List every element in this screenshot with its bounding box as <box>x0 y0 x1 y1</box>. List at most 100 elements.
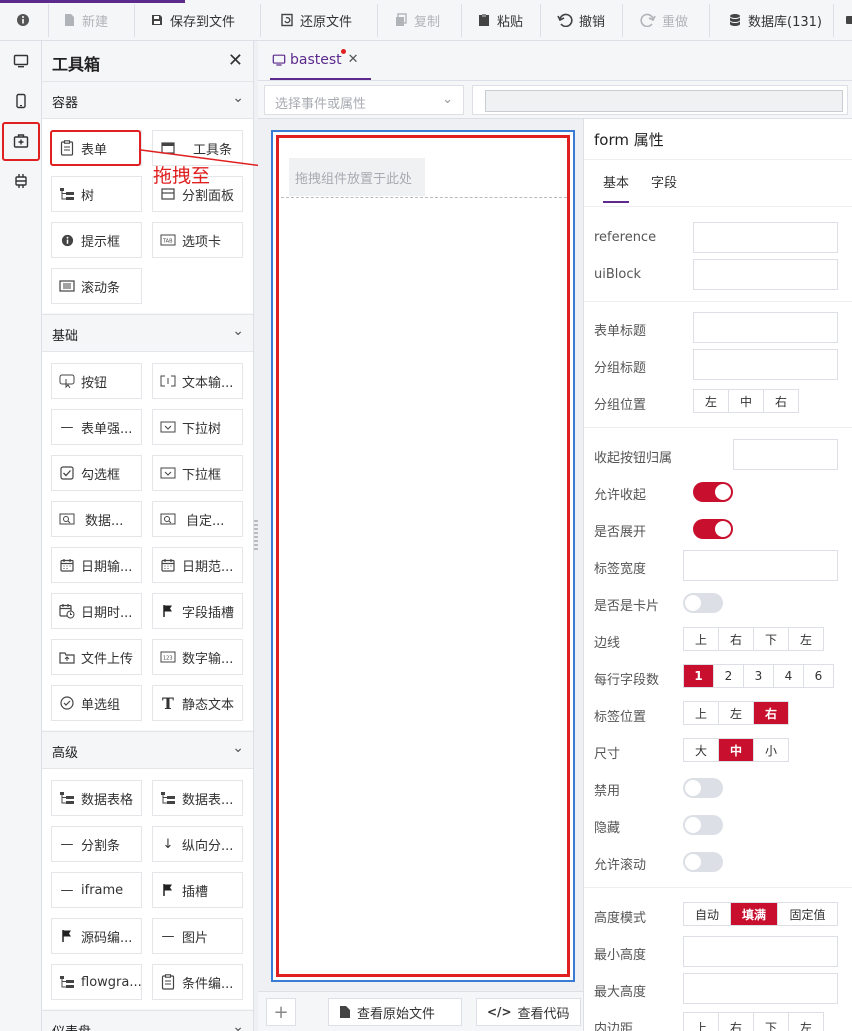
tool-iframe[interactable]: — iframe <box>51 872 142 908</box>
seg-option[interactable]: 右 <box>754 702 788 724</box>
seg-option[interactable]: 左 <box>719 702 754 724</box>
section-advanced-header[interactable]: 高级 ⌄ <box>42 731 253 769</box>
tool-data-table-2[interactable]: 数据表... <box>152 780 243 816</box>
tool-custom-search[interactable]: 自定... <box>152 501 243 537</box>
tool-tabs[interactable]: TAB 选项卡 <box>152 222 243 258</box>
copy-button[interactable]: 复制 <box>394 0 440 40</box>
seg-option[interactable]: 上 <box>684 628 719 650</box>
paste-button[interactable]: 粘贴 <box>477 0 523 40</box>
add-button[interactable]: + <box>266 998 296 1026</box>
min-height-input[interactable] <box>683 936 838 967</box>
expanded-toggle[interactable] <box>693 519 733 539</box>
uiblock-input[interactable] <box>693 259 838 290</box>
padding-segment[interactable]: 上右下左 <box>683 1012 824 1031</box>
view-source-button[interactable]: 查看原始文件 <box>328 998 462 1026</box>
seg-option[interactable]: 3 <box>744 665 774 687</box>
tool-button[interactable]: 按钮 <box>51 363 142 399</box>
group-title-input[interactable] <box>693 349 838 380</box>
seg-option[interactable]: 1 <box>684 665 714 687</box>
undo-button[interactable]: 撤销 <box>557 0 605 40</box>
new-button[interactable]: 新建 <box>62 0 108 40</box>
tool-field-slot[interactable]: 字段插槽 <box>152 593 243 629</box>
seg-option[interactable]: 中 <box>729 390 764 412</box>
height-mode-segment[interactable]: 自动 填满 固定值 <box>683 902 838 926</box>
seg-option[interactable]: 左 <box>789 628 823 650</box>
group-position-segment[interactable]: 左中右 <box>693 389 799 413</box>
tool-data-search[interactable]: 数据... <box>51 501 142 537</box>
seg-option[interactable]: 4 <box>774 665 804 687</box>
event-select[interactable]: 选择事件或属性 ⌄ <box>264 85 464 115</box>
reference-input[interactable] <box>693 222 838 253</box>
tool-data-table[interactable]: 数据表格 <box>51 780 142 816</box>
seg-option[interactable]: 上 <box>684 702 719 724</box>
seg-option[interactable]: 6 <box>804 665 833 687</box>
seg-option[interactable]: 小 <box>754 739 788 761</box>
tool-scrollbar[interactable]: 滚动条 <box>51 268 142 304</box>
tool-number-input[interactable]: 123 数字输... <box>152 639 243 675</box>
seg-option[interactable]: 固定值 <box>778 903 837 925</box>
label-position-segment[interactable]: 上左右 <box>683 701 789 725</box>
section-dashboard-header[interactable]: 仪表盘 ⌄ <box>42 1010 253 1031</box>
redo-button[interactable]: 重做 <box>640 0 688 40</box>
tool-flowgraph[interactable]: flowgra... <box>51 964 142 1000</box>
tool-dropdown-tree[interactable]: 下拉树 <box>152 409 243 445</box>
view-code-button[interactable]: </> 查看代码 <box>476 998 581 1026</box>
tool-radio-group[interactable]: 单选组 <box>51 685 142 721</box>
tool-slot[interactable]: 插槽 <box>152 872 243 908</box>
tool-select[interactable]: 下拉框 <box>152 455 243 491</box>
tool-text-input[interactable]: 文本输... <box>152 363 243 399</box>
form-title-input[interactable] <box>693 312 838 343</box>
disabled-toggle[interactable] <box>683 778 723 798</box>
section-basic-header[interactable]: 基础 ⌄ <box>42 314 253 352</box>
tool-source-editor[interactable]: 源码编... <box>51 918 142 954</box>
seg-option[interactable]: 左 <box>694 390 729 412</box>
tool-date-range[interactable]: 日期范... <box>152 547 243 583</box>
seg-option[interactable]: 右 <box>764 390 798 412</box>
border-segment[interactable]: 上右下左 <box>683 627 824 651</box>
mobile-view-button[interactable] <box>9 89 33 113</box>
restore-file-button[interactable]: 还原文件 <box>280 0 352 40</box>
tool-image[interactable]: — 图片 <box>152 918 243 954</box>
allow-scroll-toggle[interactable] <box>683 852 723 872</box>
form-container[interactable]: 拖拽组件放置于此处 <box>276 135 570 977</box>
seg-option[interactable]: 中 <box>719 739 754 761</box>
label-width-input[interactable] <box>683 550 838 581</box>
design-canvas[interactable]: 拖拽组件放置于此处 <box>271 130 575 982</box>
database-button[interactable]: 数据库(131) <box>728 0 822 40</box>
event-value-input[interactable] <box>472 85 848 115</box>
max-height-input[interactable] <box>683 973 838 1004</box>
seg-option[interactable]: 大 <box>684 739 719 761</box>
tool-tree[interactable]: 树 <box>51 176 142 212</box>
is-card-toggle[interactable] <box>683 593 723 613</box>
seg-option[interactable]: 上 <box>684 1013 719 1031</box>
seg-option[interactable]: 右 <box>719 628 754 650</box>
save-to-file-button[interactable]: 保存到文件 <box>150 0 235 40</box>
fields-per-row-segment[interactable]: 12346 <box>683 664 834 688</box>
seg-option[interactable]: 下 <box>754 628 789 650</box>
tool-tooltip[interactable]: 提示框 <box>51 222 142 258</box>
seg-option[interactable]: 填满 <box>731 903 778 925</box>
tool-form-enhance[interactable]: — 表单强... <box>51 409 142 445</box>
desktop-view-button[interactable] <box>9 49 33 73</box>
tool-file-upload[interactable]: 文件上传 <box>51 639 142 675</box>
tab-basic[interactable]: 基本 <box>603 172 630 203</box>
tab-fields[interactable]: 字段 <box>651 172 677 201</box>
tool-vertical-splitter[interactable]: ↓ 纵向分... <box>152 826 243 862</box>
more-button[interactable] <box>845 0 852 40</box>
tool-condition-editor[interactable]: 条件编... <box>152 964 243 1000</box>
drop-zone[interactable]: 拖拽组件放置于此处 <box>289 158 425 196</box>
tool-datetime[interactable]: 日期时... <box>51 593 142 629</box>
info-button[interactable] <box>16 0 30 40</box>
seg-option[interactable]: 右 <box>719 1013 754 1031</box>
seg-option[interactable]: 自动 <box>684 903 731 925</box>
tool-static-text[interactable]: T 静态文本 <box>152 685 243 721</box>
section-container-header[interactable]: 容器 ⌄ <box>42 81 253 119</box>
seg-option[interactable]: 下 <box>754 1013 789 1031</box>
hidden-toggle[interactable] <box>683 815 723 835</box>
close-icon[interactable]: ✕ <box>348 52 359 67</box>
seg-option[interactable]: 左 <box>789 1013 823 1031</box>
collapse-owner-input[interactable] <box>733 439 838 470</box>
plugin-button[interactable] <box>9 169 33 193</box>
seg-option[interactable]: 2 <box>714 665 744 687</box>
tab-bastest[interactable]: bastest ✕ <box>270 41 371 80</box>
